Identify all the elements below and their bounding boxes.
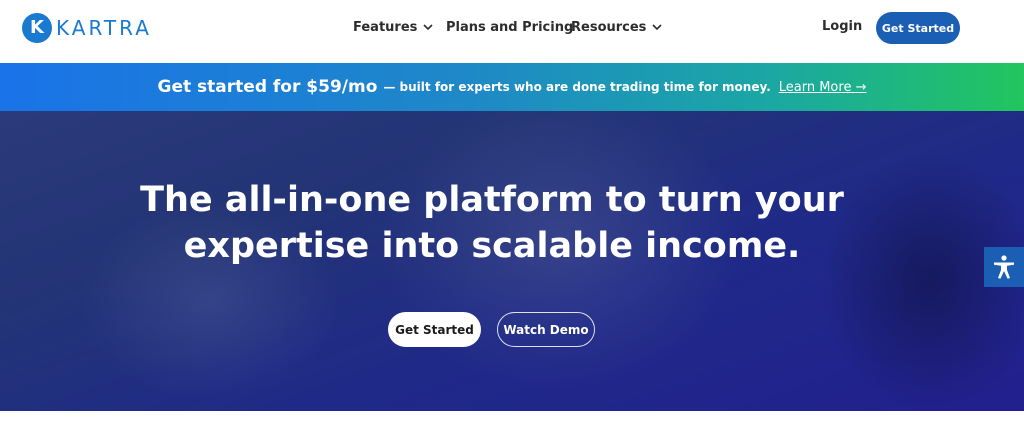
- accessibility-icon: [994, 255, 1014, 279]
- hero-title-line-2: expertise into scalable income.: [183, 226, 801, 266]
- chevron-down-icon: [652, 24, 663, 31]
- hero-title-line-1: The all-in-one platform to turn your: [140, 180, 844, 220]
- logo-mark-icon: K: [22, 13, 52, 43]
- watch-demo-button[interactable]: Watch Demo: [497, 312, 595, 347]
- banner-headline: Get started for $59/mo: [157, 77, 378, 97]
- nav-resources-menu[interactable]: Resources: [571, 18, 663, 36]
- banner-description: — built for experts who are done trading…: [383, 80, 771, 94]
- nav-pricing-label: Plans and Pricing: [446, 19, 574, 35]
- logo-letter: K: [30, 17, 44, 38]
- nav-features-label: Features: [353, 19, 418, 35]
- logo-wordmark: KARTRA: [56, 16, 152, 40]
- hero-get-started-button[interactable]: Get Started: [388, 312, 481, 347]
- kartra-logo[interactable]: K KARTRA: [22, 13, 152, 43]
- nav-get-started-button[interactable]: Get Started: [876, 12, 960, 44]
- nav-plans-pricing-link[interactable]: Plans and Pricing: [446, 18, 573, 36]
- promo-banner: Get started for $59/mo — built for exper…: [0, 63, 1024, 111]
- hero-section: The all-in-one platform to turn your exp…: [0, 111, 1024, 411]
- accessibility-button[interactable]: [984, 247, 1024, 287]
- hero-title: The all-in-one platform to turn your exp…: [0, 177, 984, 269]
- chevron-down-icon: [423, 24, 433, 31]
- login-link[interactable]: Login: [822, 19, 862, 34]
- learn-more-link[interactable]: Learn More →: [779, 80, 867, 95]
- nav-resources-label: Resources: [571, 19, 647, 35]
- nav-features-menu[interactable]: Features: [353, 18, 433, 36]
- top-navigation: K KARTRA Features Plans and Pricing Reso…: [0, 0, 1024, 63]
